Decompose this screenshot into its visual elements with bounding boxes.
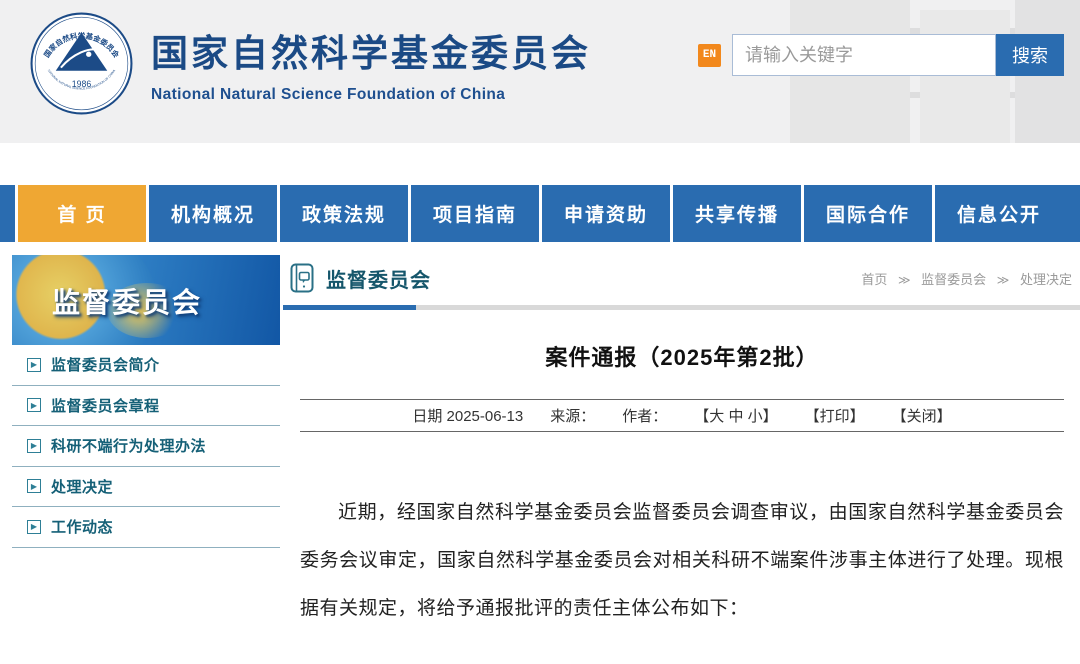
sidebar-item-committee-intro[interactable]: ▶ 监督委员会简介 — [12, 345, 280, 386]
site-header: 国家自然科学基金委员会 NATIONAL NATURAL SCIENCE FOU… — [0, 0, 1080, 143]
nav-tab-programme-guide[interactable]: 项目指南 — [408, 185, 539, 242]
print-button[interactable]: 【打印】 — [805, 405, 865, 426]
section-title: 监督委员会 — [326, 269, 431, 292]
english-version-button[interactable]: EN — [698, 43, 721, 67]
main-column: 监督委员会 首页 ≫ 监督委员会 ≫ 处理决定 案件通报（2025年第2批） 日… — [280, 255, 1080, 633]
sidebar: 监督委员会 ▶ 监督委员会简介 ▶ 监督委员会章程 ▶ 科研不端行为处理办法 ▶… — [12, 255, 280, 633]
content-wrap: 监督委员会 ▶ 监督委员会简介 ▶ 监督委员会章程 ▶ 科研不端行为处理办法 ▶… — [0, 242, 1080, 633]
font-size-control[interactable]: 【大 中 小】 — [694, 405, 777, 426]
breadcrumb-separator: ≫ — [897, 272, 911, 287]
section-rule — [283, 305, 1080, 310]
search-area: EN 搜索 — [698, 34, 1064, 76]
sidebar-menu: ▶ 监督委员会简介 ▶ 监督委员会章程 ▶ 科研不端行为处理办法 ▶ 处理决定 … — [12, 345, 280, 548]
main-nav: 首 页 机构概况 政策法规 项目指南 申请资助 共享传播 国际合作 信息公开 — [0, 185, 1080, 242]
article: 案件通报（2025年第2批） 日期 2025-06-13 来源： 作者： 【大 … — [283, 340, 1080, 633]
nav-tab-home[interactable]: 首 页 — [15, 185, 146, 242]
article-meta-row: 日期 2025-06-13 来源： 作者： 【大 中 小】 【打印】 【关闭】 — [300, 399, 1064, 432]
header-nav-gap — [0, 143, 1080, 185]
nav-tab-information-disclosure[interactable]: 信息公开 — [932, 185, 1063, 242]
nsfc-seal-logo: 国家自然科学基金委员会 NATIONAL NATURAL SCIENCE FOU… — [30, 12, 133, 115]
sidebar-banner: 监督委员会 — [12, 255, 280, 345]
breadcrumb-home[interactable]: 首页 — [861, 272, 887, 287]
nav-tab-organization[interactable]: 机构概况 — [146, 185, 277, 242]
article-date: 日期 2025-06-13 — [412, 408, 524, 425]
sidebar-banner-title: 监督委员会 — [52, 287, 203, 318]
section-rule-track — [416, 305, 1080, 310]
breadcrumb-committee[interactable]: 监督委员会 — [921, 272, 986, 287]
sidebar-item-misconduct-measures[interactable]: ▶ 科研不端行为处理办法 — [12, 426, 280, 467]
nav-tab-sharing[interactable]: 共享传播 — [670, 185, 801, 242]
site-title: 国家自然科学基金委员会 — [151, 33, 591, 74]
site-subtitle: National Natural Science Foundation of C… — [151, 86, 506, 103]
close-button[interactable]: 【关闭】 — [892, 405, 952, 426]
play-icon: ▶ — [27, 479, 41, 494]
article-source: 来源： — [550, 408, 596, 425]
breadcrumb: 首页 ≫ 监督委员会 ≫ 处理决定 — [861, 269, 1072, 288]
article-body: 近期，经国家自然科学基金委员会监督委员会调查审议，由国家自然科学基金委员会委务会… — [300, 502, 1064, 619]
breadcrumb-separator: ≫ — [996, 272, 1010, 287]
nav-lead-spacer — [0, 185, 15, 242]
sidebar-item-committee-charter[interactable]: ▶ 监督委员会章程 — [12, 386, 280, 426]
play-icon: ▶ — [27, 357, 41, 372]
logo-group: 国家自然科学基金委员会 NATIONAL NATURAL SCIENCE FOU… — [30, 12, 591, 115]
article-author: 作者： — [622, 408, 668, 425]
play-icon: ▶ — [27, 438, 41, 453]
section-rule-accent — [283, 305, 416, 310]
nav-fill-spacer — [1063, 185, 1080, 242]
search-button[interactable]: 搜索 — [996, 34, 1064, 76]
sidebar-item-work-news[interactable]: ▶ 工作动态 — [12, 507, 280, 548]
nav-tab-international[interactable]: 国际合作 — [801, 185, 932, 242]
search-input[interactable] — [732, 34, 996, 76]
play-icon: ▶ — [27, 519, 41, 534]
nav-tab-policies[interactable]: 政策法规 — [277, 185, 408, 242]
section-head: 监督委员会 首页 ≫ 监督委员会 ≫ 处理决定 — [283, 255, 1080, 301]
article-title: 案件通报（2025年第2批） — [545, 345, 819, 370]
breadcrumb-current: 处理决定 — [1019, 271, 1072, 287]
nav-tab-apply-funding[interactable]: 申请资助 — [539, 185, 670, 242]
journal-icon — [290, 263, 314, 293]
play-icon: ▶ — [27, 398, 41, 413]
seal-year: 1986 — [72, 79, 92, 89]
sidebar-item-handling-decisions[interactable]: ▶ 处理决定 — [12, 467, 280, 507]
